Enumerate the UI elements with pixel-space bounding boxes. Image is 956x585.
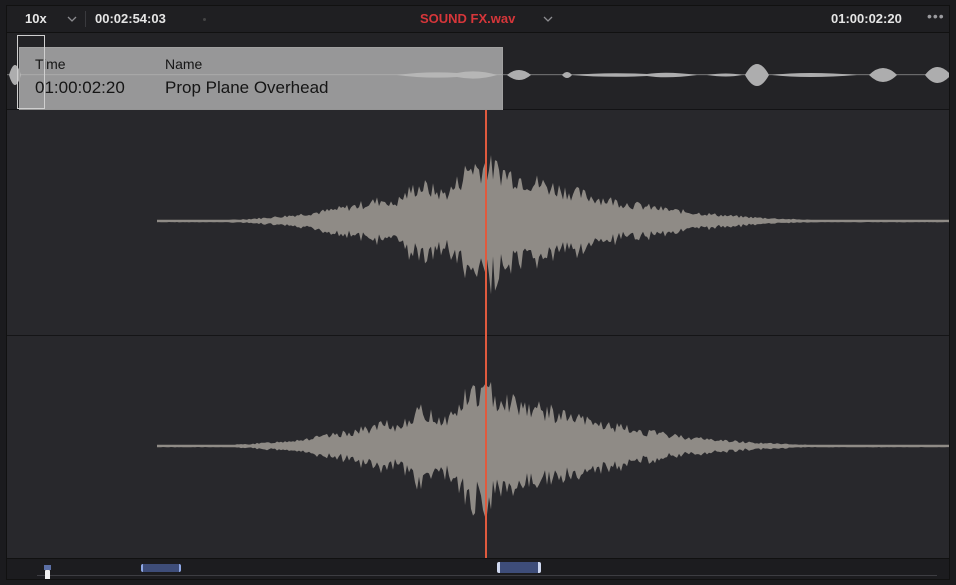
range-marker-a[interactable] (141, 564, 181, 572)
source-timecode[interactable]: 00:02:54:03 (95, 11, 166, 26)
zoom-level[interactable]: 10x (25, 11, 47, 26)
marker-info-popup: Time Name 01:00:02:20 Prop Plane Overhea… (19, 47, 503, 111)
range-marker-b[interactable] (497, 562, 541, 573)
zoom-chevron-icon[interactable] (65, 12, 79, 26)
audio-channel-1[interactable] (7, 110, 949, 336)
more-options-icon[interactable]: ••• (927, 8, 945, 24)
marker-name-value: Prop Plane Overhead (165, 78, 329, 97)
header-divider (85, 11, 86, 27)
playhead[interactable] (485, 110, 487, 559)
overview-view-frame[interactable] (17, 35, 45, 109)
wave2-shape (157, 381, 949, 517)
audio-channel-2[interactable] (7, 336, 949, 558)
jog-handle[interactable] (45, 570, 50, 579)
record-timecode[interactable]: 01:00:02:20 (831, 11, 902, 26)
clip-title[interactable]: SOUND FX.wav (420, 11, 515, 26)
jog-track[interactable] (37, 575, 937, 576)
channel-1-waveform (157, 155, 949, 295)
waveform-overview[interactable]: Time Name 01:00:02:20 Prop Plane Overhea… (7, 33, 949, 111)
title-chevron-icon[interactable] (541, 12, 555, 26)
viewer-jog-bar[interactable] (7, 558, 949, 579)
marker-time-value: 01:00:02:20 (35, 78, 125, 97)
viewer-header: 10x 00:02:54:03 SOUND FX.wav 01:00:02:20… (7, 6, 949, 33)
header-dot (203, 18, 206, 21)
audio-clip-viewer: 10x 00:02:54:03 SOUND FX.wav 01:00:02:20… (6, 5, 950, 580)
marker-name-header: Name (165, 56, 203, 72)
wave1-shape (157, 155, 949, 295)
channel-2-waveform (157, 381, 949, 517)
